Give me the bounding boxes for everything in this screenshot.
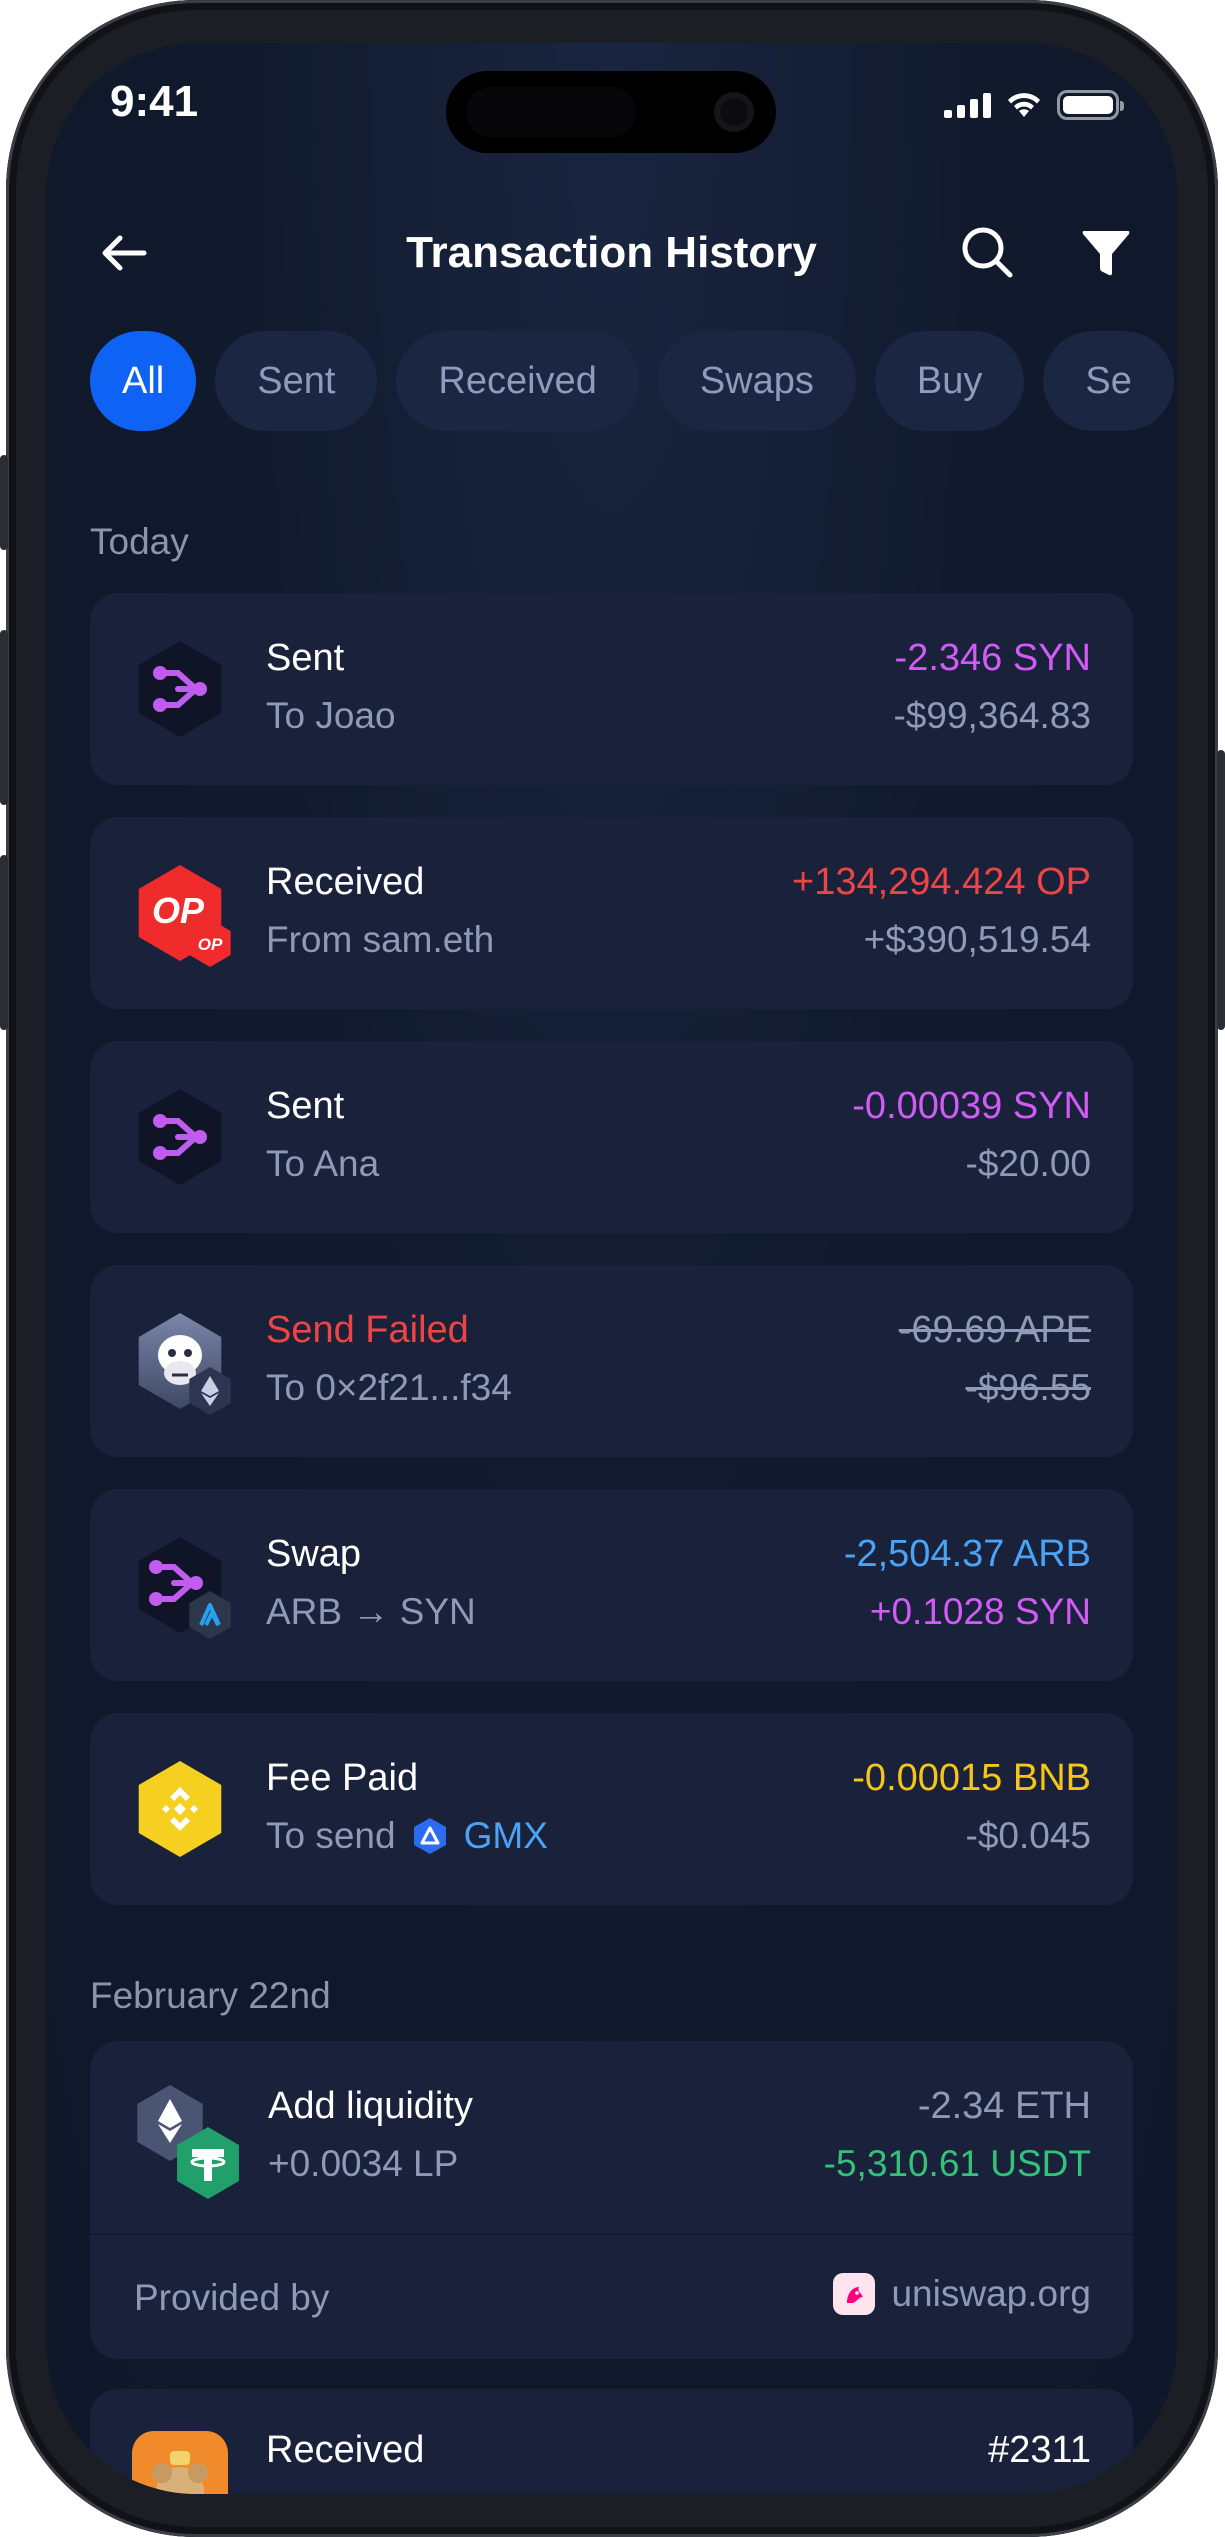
provider-name: uniswap.org xyxy=(891,2273,1091,2314)
tab-sell[interactable]: Se xyxy=(1043,331,1174,431)
transaction-amount: -2.346 SYN xyxy=(894,637,1091,679)
transaction-subtitle: ARB → SYN xyxy=(266,1591,476,1632)
cellular-signal-icon xyxy=(944,92,991,118)
tab-buy[interactable]: Buy xyxy=(874,331,1025,431)
synapse-icon xyxy=(132,1089,228,1185)
status-icons xyxy=(944,87,1124,123)
svg-text:OP: OP xyxy=(198,935,223,954)
transaction-amount: -69.69 APE xyxy=(898,1309,1091,1351)
filter-tabs: All Sent Received Swaps Buy Se xyxy=(90,331,1177,431)
status-time: 9:41 xyxy=(110,77,199,126)
transaction-subtitle: To Ana xyxy=(266,1143,380,1184)
tab-received[interactable]: Received xyxy=(396,331,639,431)
transaction-title: Fee Paid xyxy=(266,1757,419,1799)
action-button xyxy=(0,455,8,550)
liquidity-eth-amount: -2.34 ETH xyxy=(917,2085,1091,2127)
eth-usdt-pair-icon xyxy=(132,2085,239,2199)
apecoin-icon xyxy=(132,1313,231,1415)
transaction-subtitle: From sam.eth xyxy=(266,919,495,960)
filter-button[interactable] xyxy=(1074,221,1138,285)
transaction-row[interactable]: Send Failed To 0×2f21...f34 -69.69 APE -… xyxy=(90,1265,1133,1457)
subtitle-prefix: To send xyxy=(266,1815,396,1856)
transaction-fiat: +$390,519.54 xyxy=(863,919,1091,960)
transaction-title: Sent xyxy=(266,1085,345,1127)
transaction-fiat: -$99,364.83 xyxy=(893,695,1091,736)
tab-swaps[interactable]: Swaps xyxy=(657,331,856,431)
synapse-icon xyxy=(132,641,228,737)
search-icon xyxy=(962,227,1013,278)
transaction-title: Swap xyxy=(266,1533,362,1575)
section-today: Today xyxy=(90,521,189,562)
svg-text:OP: OP xyxy=(152,890,205,931)
liquidity-usdt-amount: -5,310.61 USDT xyxy=(823,2143,1091,2184)
transaction-fiat: -$0.045 xyxy=(965,1815,1092,1856)
synapse-icon xyxy=(132,1537,231,1639)
power-button xyxy=(1217,750,1225,1030)
transaction-amount: -0.00015 BNB xyxy=(852,1757,1091,1799)
transaction-subtitle: To 0×2f21...f34 xyxy=(266,1367,512,1408)
nft-id: #2311 xyxy=(988,2429,1091,2471)
transaction-fiat: -$20.00 xyxy=(965,1143,1092,1184)
header: Transaction History xyxy=(46,193,1177,313)
divider xyxy=(90,2233,1133,2235)
volume-up-button xyxy=(0,630,8,805)
transaction-title: Received xyxy=(266,861,425,903)
bnb-icon xyxy=(132,1761,228,1857)
transaction-received-amount: +0.1028 SYN xyxy=(869,1591,1091,1632)
tab-all[interactable]: All xyxy=(90,331,197,431)
filter-icon xyxy=(1082,231,1130,276)
transaction-amount: -0.00039 SYN xyxy=(852,1085,1091,1127)
gmx-icon xyxy=(413,1818,446,1854)
transaction-fiat: -$96.55 xyxy=(965,1367,1092,1408)
provider-link[interactable]: uniswap.org xyxy=(833,2273,1091,2315)
transaction-row[interactable]: Sent To Ana -0.00039 SYN -$20.00 xyxy=(90,1041,1133,1233)
provided-by-label: Provided by xyxy=(134,2277,330,2318)
uniswap-icon xyxy=(833,2273,876,2315)
transaction-amount: -2,504.37 ARB xyxy=(843,1533,1091,1575)
transaction-title: Received xyxy=(266,2429,425,2471)
transaction-title: Sent xyxy=(266,637,345,679)
front-camera xyxy=(714,92,754,132)
liquidity-card[interactable]: Add liquidity +0.0034 LP -2.34 ETH -5,31… xyxy=(90,2041,1133,2359)
transaction-row[interactable]: Swap ARB → SYN -2,504.37 ARB +0.1028 SYN xyxy=(90,1489,1133,1681)
transaction-row[interactable]: Fee Paid To send GMX -0.00015 BNB -$0.04… xyxy=(90,1713,1133,1905)
liquidity-subtitle: +0.0034 LP xyxy=(268,2143,459,2184)
island-sensor xyxy=(466,87,636,137)
tab-sent[interactable]: Sent xyxy=(215,331,378,431)
transaction-subtitle: To send GMX xyxy=(266,1815,548,1857)
section-feb-22: February 22nd xyxy=(90,1975,331,2016)
transaction-title: Send Failed xyxy=(266,1309,469,1351)
transaction-amount: +134,294.424 OP xyxy=(792,861,1091,903)
gmx-token-link[interactable]: GMX xyxy=(464,1815,548,1857)
transaction-row[interactable]: OP OP Received From sam.eth +134,294.424… xyxy=(90,817,1133,1009)
search-button[interactable] xyxy=(956,221,1020,285)
dynamic-island xyxy=(446,71,776,153)
volume-down-button xyxy=(0,855,8,1030)
transaction-subtitle: To Joao xyxy=(266,695,396,736)
transaction-row[interactable]: Received #2311 xyxy=(90,2389,1133,2494)
optimism-icon: OP OP xyxy=(132,865,231,967)
app-screen: 9:41 Transaction History All Sent Receiv… xyxy=(46,43,1177,2494)
nft-icon xyxy=(132,2431,228,2494)
wifi-icon xyxy=(1008,93,1040,117)
battery-icon xyxy=(1057,90,1124,120)
liquidity-title: Add liquidity xyxy=(268,2085,473,2127)
transaction-row[interactable]: Sent To Joao -2.346 SYN -$99,364.83 xyxy=(90,593,1133,785)
